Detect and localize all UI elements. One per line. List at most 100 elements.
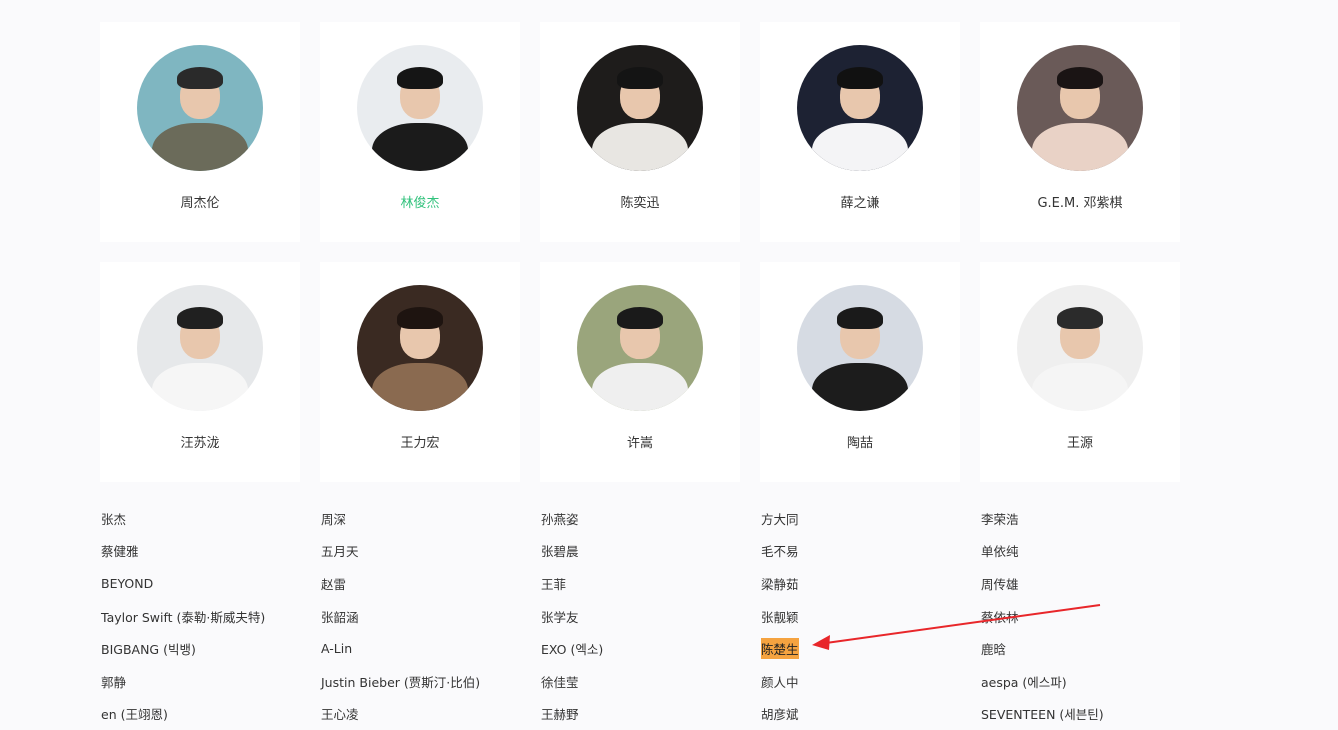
singer-list-item[interactable]: 毛不易 — [761, 540, 981, 561]
singer-name[interactable]: 汪苏泷 — [180, 432, 219, 451]
singer-list-item[interactable]: 王赫野 — [541, 703, 761, 724]
singer-list-item[interactable]: A-Lin — [321, 640, 541, 657]
singer-card[interactable]: 王力宏 — [320, 262, 520, 482]
singer-link[interactable]: Taylor Swift (泰勒·斯威夫特) — [101, 606, 265, 627]
singer-list-item[interactable]: Justin Bieber (贾斯汀·比伯) — [321, 671, 541, 692]
singer-avatar[interactable] — [797, 285, 923, 411]
singer-card[interactable]: 周杰伦 — [100, 22, 300, 242]
singer-list-item[interactable]: 张杰 — [101, 508, 321, 529]
singer-link[interactable]: 徐佳莹 — [541, 671, 579, 692]
singer-link[interactable]: 张碧晨 — [541, 540, 579, 561]
singer-link[interactable]: 王赫野 — [541, 703, 579, 724]
singer-list-item[interactable]: 徐佳莹 — [541, 671, 761, 692]
singer-link[interactable]: 方大同 — [761, 508, 799, 529]
singer-avatar[interactable] — [137, 45, 263, 171]
singer-list-item[interactable]: en (王翊恩) — [101, 703, 321, 724]
singer-avatar[interactable] — [797, 45, 923, 171]
singer-name[interactable]: 王力宏 — [400, 432, 439, 451]
singer-name[interactable]: 王源 — [1067, 432, 1093, 451]
singer-name[interactable]: 周杰伦 — [180, 192, 219, 211]
singer-list-item[interactable]: 孙燕姿 — [541, 508, 761, 529]
singer-avatar[interactable] — [1017, 285, 1143, 411]
singer-link[interactable]: 单依纯 — [981, 540, 1019, 561]
singer-list-item[interactable]: 周深 — [321, 508, 541, 529]
singer-list-item[interactable]: 五月天 — [321, 540, 541, 561]
singer-link[interactable]: en (王翊恩) — [101, 703, 168, 724]
singer-link[interactable]: SEVENTEEN (세븐틴) — [981, 703, 1104, 724]
singer-card[interactable]: 薛之谦 — [760, 22, 960, 242]
singer-list-item[interactable]: 梁静茹 — [761, 573, 981, 594]
singer-link[interactable]: 胡彦斌 — [761, 703, 799, 724]
singer-link[interactable]: 颜人中 — [761, 671, 799, 692]
highlighted-singer-link[interactable]: 陈楚生 — [761, 638, 799, 660]
singer-list-item[interactable]: 李荣浩 — [981, 508, 1201, 529]
singer-link[interactable]: EXO (엑소) — [541, 638, 603, 659]
singer-name[interactable]: 薛之谦 — [840, 192, 879, 211]
singer-link[interactable]: 张靓颖 — [761, 606, 799, 627]
singer-link[interactable]: BIGBANG (빅뱅) — [101, 638, 196, 659]
singer-list-item[interactable]: 陈楚生 — [761, 638, 981, 660]
singer-card[interactable]: 陶喆 — [760, 262, 960, 482]
singer-list-item[interactable]: 张靓颖 — [761, 606, 981, 627]
singer-name[interactable]: G.E.M. 邓紫棋 — [1037, 192, 1122, 211]
singer-avatar[interactable] — [1017, 45, 1143, 171]
singer-list-item[interactable]: 郭静 — [101, 671, 321, 692]
singer-list-item[interactable]: 王心凌 — [321, 703, 541, 724]
singer-link[interactable]: 李荣浩 — [981, 508, 1019, 529]
singer-card[interactable]: G.E.M. 邓紫棋 — [980, 22, 1180, 242]
singer-avatar[interactable] — [137, 285, 263, 411]
singer-card[interactable]: 汪苏泷 — [100, 262, 300, 482]
singer-link[interactable]: BEYOND — [101, 575, 153, 592]
singer-link[interactable]: 鹿晗 — [981, 638, 1006, 659]
singer-link[interactable]: 周传雄 — [981, 573, 1019, 594]
singer-card[interactable]: 许嵩 — [540, 262, 740, 482]
singer-list-item[interactable]: 周传雄 — [981, 573, 1201, 594]
singer-list-item[interactable]: 颜人中 — [761, 671, 981, 692]
singer-link[interactable]: 王菲 — [541, 573, 566, 594]
singer-link[interactable]: 周深 — [321, 508, 346, 529]
singer-avatar[interactable] — [577, 45, 703, 171]
singer-list-item[interactable]: Taylor Swift (泰勒·斯威夫特) — [101, 606, 321, 627]
singer-list-item[interactable]: SEVENTEEN (세븐틴) — [981, 703, 1201, 724]
singer-name[interactable]: 林俊杰 — [400, 192, 439, 211]
singer-link[interactable]: 蔡健雅 — [101, 540, 139, 561]
singer-list-item[interactable]: 蔡依林 — [981, 606, 1201, 627]
singer-list-item[interactable]: 张韶涵 — [321, 606, 541, 627]
singer-avatar[interactable] — [357, 285, 483, 411]
singer-list-item[interactable]: BIGBANG (빅뱅) — [101, 638, 321, 659]
singer-link[interactable]: 赵雷 — [321, 573, 346, 594]
singer-list-item[interactable]: 赵雷 — [321, 573, 541, 594]
singer-list-item[interactable]: 鹿晗 — [981, 638, 1201, 659]
singer-link[interactable]: A-Lin — [321, 640, 352, 657]
singer-link[interactable]: 毛不易 — [761, 540, 799, 561]
singer-list-item[interactable]: 张学友 — [541, 606, 761, 627]
singer-link[interactable]: 王心凌 — [321, 703, 359, 724]
singer-list-item[interactable]: BEYOND — [101, 575, 321, 592]
singer-avatar[interactable] — [357, 45, 483, 171]
singer-link[interactable]: 张杰 — [101, 508, 126, 529]
singer-link[interactable]: aespa (에스파) — [981, 671, 1067, 692]
singer-card[interactable]: 林俊杰 — [320, 22, 520, 242]
singer-card[interactable]: 王源 — [980, 262, 1180, 482]
singer-link[interactable]: 郭静 — [101, 671, 126, 692]
singer-link[interactable]: Justin Bieber (贾斯汀·比伯) — [321, 671, 480, 692]
singer-link[interactable]: 五月天 — [321, 540, 359, 561]
singer-list-item[interactable]: 胡彦斌 — [761, 703, 981, 724]
singer-name[interactable]: 陶喆 — [847, 432, 873, 451]
singer-list-item[interactable]: EXO (엑소) — [541, 638, 761, 659]
singer-name[interactable]: 许嵩 — [627, 432, 653, 451]
singer-name[interactable]: 陈奕迅 — [620, 192, 659, 211]
singer-link[interactable]: 张学友 — [541, 606, 579, 627]
singer-list-item[interactable]: 蔡健雅 — [101, 540, 321, 561]
singer-avatar[interactable] — [577, 285, 703, 411]
singer-link[interactable]: 孙燕姿 — [541, 508, 579, 529]
singer-list-item[interactable]: 单依纯 — [981, 540, 1201, 561]
singer-link[interactable]: 蔡依林 — [981, 606, 1019, 627]
singer-list-item[interactable]: 张碧晨 — [541, 540, 761, 561]
singer-list-item[interactable]: 方大同 — [761, 508, 981, 529]
singer-link[interactable]: 张韶涵 — [321, 606, 359, 627]
singer-card[interactable]: 陈奕迅 — [540, 22, 740, 242]
singer-list-item[interactable]: aespa (에스파) — [981, 671, 1201, 692]
singer-list-item[interactable]: 王菲 — [541, 573, 761, 594]
singer-link[interactable]: 梁静茹 — [761, 573, 799, 594]
